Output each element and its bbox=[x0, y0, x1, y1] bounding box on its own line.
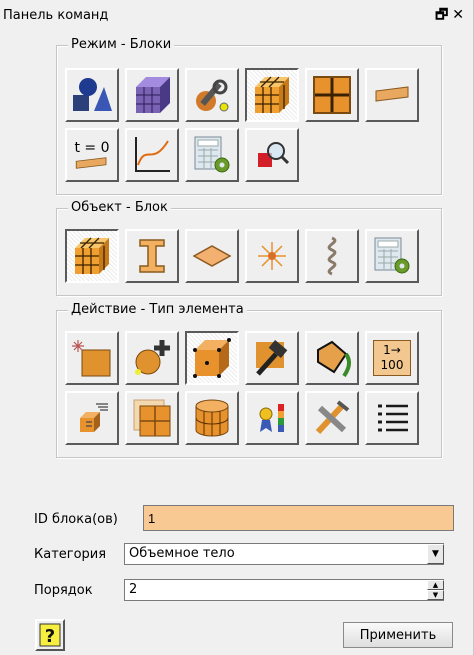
element-type-button[interactable] bbox=[185, 331, 239, 385]
renumber-button[interactable]: 1→ 100 bbox=[365, 331, 419, 385]
category-label: Категория bbox=[34, 547, 107, 562]
node-star-icon bbox=[258, 242, 286, 270]
graph-curve-icon bbox=[135, 137, 170, 172]
cylinder-button[interactable] bbox=[185, 391, 239, 445]
command-panel: Панель команд 🗗✕ Режим - Блоки t = 0 Объ… bbox=[0, 0, 474, 655]
graph-curve-button[interactable] bbox=[125, 128, 179, 182]
initial-condition-label: t = 0 bbox=[74, 140, 110, 156]
renumber-icon: 1→ 100 bbox=[373, 340, 411, 376]
calculator-gear-icon bbox=[374, 237, 410, 274]
order-down-button[interactable]: ▼ bbox=[427, 590, 444, 600]
block-cube-icon bbox=[255, 76, 289, 113]
object-block-legend: Объект - Блок bbox=[68, 200, 171, 215]
mesh-cube-button[interactable] bbox=[125, 68, 179, 122]
paint-bucket-icon bbox=[317, 340, 352, 378]
order-stepper[interactable]: 2 bbox=[124, 579, 444, 601]
beam-ibeam-icon bbox=[139, 239, 165, 273]
order-up-button[interactable]: ▲ bbox=[427, 580, 444, 590]
object-shell-button[interactable] bbox=[185, 229, 239, 283]
plank-icon bbox=[375, 86, 409, 102]
action-element-type-group: Действие - Тип элемента 1→ 100 bbox=[56, 302, 442, 458]
split-block-icon bbox=[133, 399, 171, 437]
grid-split-button[interactable] bbox=[305, 68, 359, 122]
cylinder-icon bbox=[195, 399, 229, 437]
object-block-group: Объект - Блок bbox=[56, 200, 442, 296]
block-id-label: ID блока(ов) bbox=[34, 512, 118, 527]
order-label: Порядок bbox=[34, 583, 93, 598]
action-element-type-legend: Действие - Тип элемента bbox=[68, 302, 247, 317]
panel-title: Панель команд bbox=[3, 8, 109, 23]
element-type-icon bbox=[193, 338, 231, 378]
category-value: Объемное тело bbox=[129, 546, 235, 561]
grid-split-icon bbox=[313, 76, 351, 114]
spin-down-icon: ▼ bbox=[432, 591, 439, 599]
new-block-button[interactable] bbox=[65, 331, 119, 385]
spring-icon bbox=[327, 236, 337, 276]
hammer-button[interactable] bbox=[245, 331, 299, 385]
plank-button[interactable] bbox=[365, 68, 419, 122]
magnifier-icon bbox=[258, 142, 290, 167]
list-cube-icon bbox=[80, 403, 108, 432]
object-node-button[interactable] bbox=[245, 229, 299, 283]
order-value: 2 bbox=[129, 582, 138, 597]
close-icon[interactable]: ✕ bbox=[452, 7, 468, 23]
initial-condition-button[interactable]: t = 0 bbox=[65, 128, 119, 182]
category-dropdown-button[interactable]: ▼ bbox=[427, 544, 444, 564]
calculator-gear-button[interactable] bbox=[185, 128, 239, 182]
shell-plate-icon bbox=[192, 245, 232, 267]
svg-text:?: ? bbox=[45, 626, 55, 647]
add-element-button[interactable] bbox=[125, 331, 179, 385]
object-spring-button[interactable] bbox=[305, 229, 359, 283]
calculator-gear-icon bbox=[194, 136, 230, 173]
list-icon bbox=[378, 404, 408, 432]
list-cube-button[interactable] bbox=[65, 391, 119, 445]
list-button[interactable] bbox=[365, 391, 419, 445]
geometry-shapes-icon bbox=[73, 78, 112, 111]
add-element-icon bbox=[135, 340, 170, 375]
paint-bucket-button[interactable] bbox=[305, 331, 359, 385]
delete-tools-button[interactable] bbox=[305, 391, 359, 445]
apply-button-label: Применить bbox=[359, 627, 437, 643]
magnifier-button[interactable] bbox=[245, 128, 299, 182]
block-id-field[interactable] bbox=[143, 505, 454, 531]
spin-up-icon: ▲ bbox=[432, 581, 439, 589]
mode-blocks-legend: Режим - Блоки bbox=[68, 37, 175, 52]
object-block-button[interactable] bbox=[65, 229, 119, 283]
object-calculator-button[interactable] bbox=[365, 229, 419, 283]
tools-wrench-button[interactable] bbox=[185, 68, 239, 122]
mode-blocks-group: Режим - Блоки t = 0 bbox=[56, 37, 442, 195]
initial-condition-icon bbox=[75, 157, 107, 169]
chevron-down-icon: ▼ bbox=[432, 549, 439, 559]
color-legend-button[interactable] bbox=[245, 391, 299, 445]
hammer-icon bbox=[256, 340, 288, 376]
apply-button[interactable]: Применить bbox=[343, 622, 453, 648]
restore-icon[interactable]: 🗗 bbox=[435, 7, 452, 23]
title-buttons: 🗗✕ bbox=[435, 4, 468, 28]
title-bar: Панель команд 🗗✕ bbox=[0, 0, 474, 34]
split-block-button[interactable] bbox=[125, 391, 179, 445]
help-question-icon: ? bbox=[39, 623, 61, 647]
new-block-icon bbox=[72, 340, 111, 377]
category-select[interactable]: Объемное тело bbox=[124, 543, 444, 565]
mesh-cube-icon bbox=[136, 77, 170, 113]
color-legend-icon bbox=[259, 404, 284, 432]
object-beam-button[interactable] bbox=[125, 229, 179, 283]
block-cube-button[interactable] bbox=[245, 68, 299, 122]
block-cube-icon bbox=[75, 237, 109, 274]
tools-wrench-icon bbox=[196, 79, 229, 112]
delete-tools-icon bbox=[315, 400, 350, 435]
geometry-shapes-button[interactable] bbox=[65, 68, 119, 122]
help-button[interactable]: ? bbox=[35, 619, 65, 651]
